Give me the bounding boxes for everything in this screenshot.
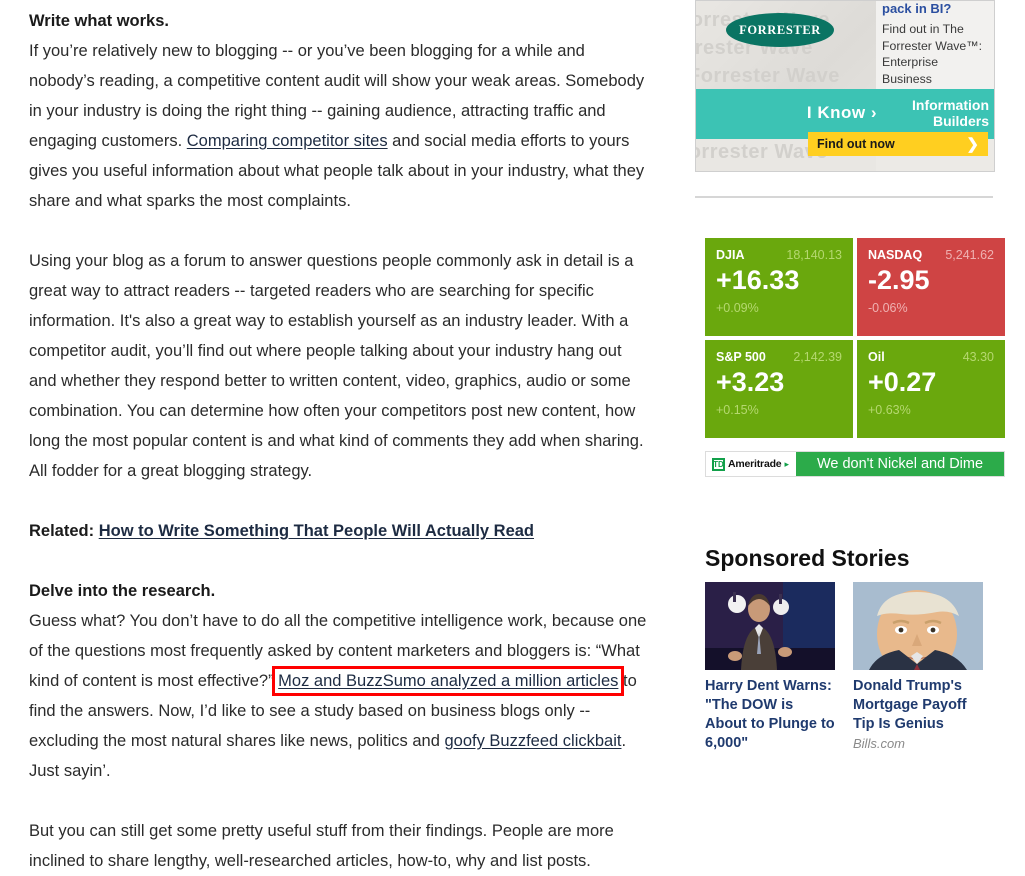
ticker-last-price: 43.30 [962, 350, 994, 364]
display-ad-forrester[interactable]: Forrester Wave Forrester Wave Forrester … [695, 0, 995, 172]
ticker-symbol: DJIA [716, 248, 745, 262]
paragraph-findings: But you can still get some pretty useful… [29, 822, 614, 870]
td-banner-message: We don't Nickel and Dime [796, 452, 1004, 476]
sponsored-stories-heading: Sponsored Stories [705, 545, 910, 571]
caret-right-icon: ▸ [784, 458, 789, 469]
ib-line-1: Information [912, 97, 989, 113]
ticker-tile-sp500[interactable]: S&P 500 2,142.39 +3.23 +0.15% [705, 340, 853, 438]
story-title-1[interactable]: Harry Dent Warns: "The DOW is About to P… [705, 677, 835, 753]
ticker-change: +3.23 [716, 367, 785, 397]
paragraph-competitive-audit: If you’re relatively new to blogging -- … [29, 36, 648, 216]
ticker-head: NASDAQ 5,241.62 [868, 248, 994, 262]
paragraph-spacer-2 [29, 486, 648, 516]
ticker-last-price: 5,241.62 [945, 248, 994, 262]
sidebar-divider [695, 196, 993, 198]
ticker-percent: -0.06% [868, 301, 908, 315]
ticker-change: -2.95 [868, 265, 930, 295]
sponsored-stories-list: Harry Dent Warns: "The DOW is About to P… [705, 582, 1005, 755]
ticker-change: +16.33 [716, 265, 800, 295]
ad-watermark-text-3: Forrester Wave [695, 65, 840, 87]
ticker-head: S&P 500 2,142.39 [716, 350, 842, 364]
story-source-2: Bills.com [853, 736, 906, 751]
link-related-article[interactable]: How to Write Something That People Will … [99, 522, 534, 540]
ticker-tile-nasdaq[interactable]: NASDAQ 5,241.62 -2.95 -0.06% [857, 238, 1005, 336]
paragraph-spacer-4 [29, 786, 648, 816]
paragraph-research: Guess what? You don’t have to do all the… [29, 606, 648, 786]
chevron-right-icon: ❯ [966, 136, 979, 153]
ticker-last-price: 18,140.13 [786, 248, 842, 262]
ad-copy-block: pack in BI? Find out in The Forrester Wa… [876, 1, 994, 119]
thumbnail-artwork [853, 582, 983, 670]
ad-cta-button[interactable]: Find out now ❯ [808, 132, 988, 156]
ticker-change: +0.27 [868, 367, 937, 397]
ad-kicker-text: pack in BI? [882, 1, 952, 16]
sponsored-story-item-2[interactable]: Donald Trump's Mortgage Payoff Tip Is Ge… [853, 582, 983, 755]
forrester-logo-text: FORRESTER [739, 22, 821, 37]
market-ticker-widget: DJIA 18,140.13 +16.33 +0.09% NASDAQ 5,24… [705, 238, 1005, 438]
ticker-symbol: NASDAQ [868, 248, 923, 262]
td-shield-icon: TD [712, 457, 725, 471]
sponsored-story-item-1[interactable]: Harry Dent Warns: "The DOW is About to P… [705, 582, 835, 755]
paragraph-spacer-3 [29, 546, 648, 576]
story-title-2[interactable]: Donald Trump's Mortgage Payoff Tip Is Ge… [853, 677, 983, 734]
page-root: Write what works. If you’re relatively n… [0, 0, 1025, 870]
td-brand-name: Ameritrade [728, 458, 782, 470]
td-ameritrade-logo: TD Ameritrade ▸ [706, 452, 796, 476]
ad-cta-label: Find out now [817, 137, 895, 151]
forrester-logo: FORRESTER [726, 13, 834, 47]
information-builders-logo: Information Builders [912, 97, 989, 129]
story-thumbnail-donald-trump[interactable] [853, 582, 983, 670]
td-ameritrade-banner[interactable]: TD Ameritrade ▸ We don't Nickel and Dime [705, 451, 1005, 477]
ticker-head: Oil 43.30 [868, 350, 994, 364]
ticker-last-price: 2,142.39 [793, 350, 842, 364]
ticker-percent: +0.15% [716, 403, 759, 417]
ticker-head: DJIA 18,140.13 [716, 248, 842, 262]
section-heading-delve-into-research: Delve into the research. [29, 582, 216, 600]
related-label: Related: [29, 522, 95, 540]
ticker-tile-oil[interactable]: Oil 43.30 +0.27 +0.63% [857, 340, 1005, 438]
paragraph-blog-as-forum: Using your blog as a forum to answer que… [29, 252, 644, 480]
section-heading-write-what-works: Write what works. [29, 12, 169, 30]
link-comparing-competitor-sites[interactable]: Comparing competitor sites [187, 132, 388, 150]
ticker-tile-djia[interactable]: DJIA 18,140.13 +16.33 +0.09% [705, 238, 853, 336]
article-content: Write what works. If you’re relatively n… [0, 0, 690, 870]
story-thumbnail-harry-dent[interactable] [705, 582, 835, 670]
related-line: Related: How to Write Something That Peo… [29, 516, 648, 546]
ticker-symbol: Oil [868, 350, 885, 364]
thumbnail-artwork [705, 582, 835, 670]
link-moz-buzzsumo-highlighted[interactable]: Moz and BuzzSumo analyzed a million arti… [272, 666, 625, 696]
ad-i-know-text: I Know › [806, 103, 877, 122]
ticker-percent: +0.09% [716, 301, 759, 315]
ib-line-2: Builders [932, 113, 989, 129]
ticker-symbol: S&P 500 [716, 350, 766, 364]
link-goofy-buzzfeed-clickbait[interactable]: goofy Buzzfeed clickbait [444, 732, 621, 750]
ticker-percent: +0.63% [868, 403, 911, 417]
